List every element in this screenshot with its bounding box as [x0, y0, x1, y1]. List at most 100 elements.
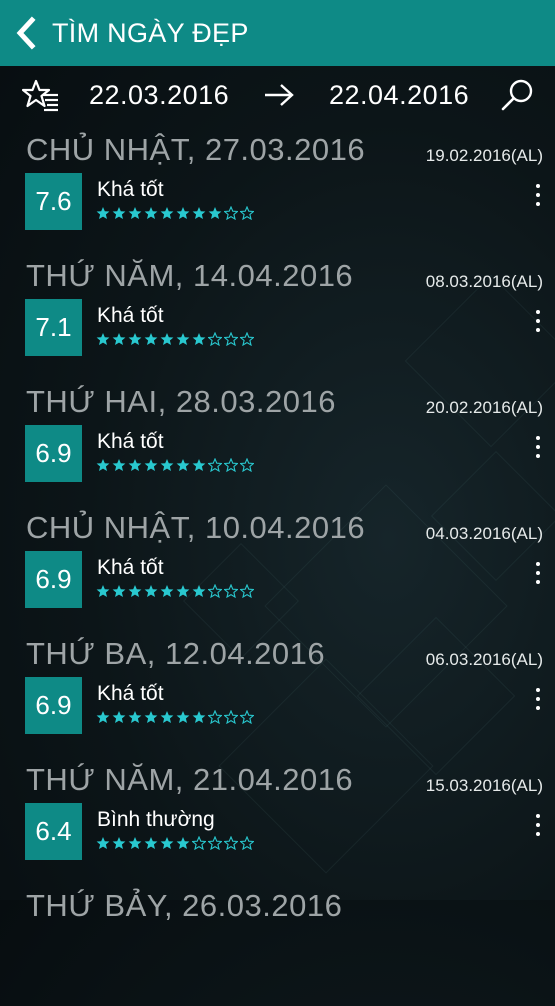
star-filled-icon	[160, 836, 174, 854]
star-filled-icon	[176, 206, 190, 224]
star-rating	[96, 583, 255, 602]
favorites-button[interactable]	[22, 66, 62, 124]
list-item[interactable]: THỨ NĂM, 21.04.2016 15.03.2016(AL) 6.4 B…	[0, 754, 555, 880]
star-empty-icon	[239, 331, 255, 350]
star-filled-icon	[96, 836, 110, 854]
star-filled-icon	[192, 206, 206, 224]
star-filled-icon	[96, 584, 110, 602]
score-badge: 7.6	[25, 173, 82, 230]
star-empty-icon	[191, 835, 207, 854]
lunar-date: 06.03.2016(AL)	[425, 650, 543, 669]
star-filled-icon	[112, 836, 126, 854]
star-filled-icon	[192, 332, 206, 350]
chevron-left-icon	[16, 16, 36, 50]
star-empty-icon	[239, 835, 255, 854]
day-title: CHỦ NHẬT, 27.03.2016	[26, 132, 366, 167]
star-filled-icon	[192, 458, 206, 476]
star-rating	[96, 457, 255, 476]
rating-label: Khá tốt	[97, 178, 164, 201]
star-filled-icon	[144, 332, 158, 350]
star-rating	[96, 331, 255, 350]
star-empty-icon	[239, 457, 255, 476]
star-filled-icon	[176, 458, 190, 476]
day-title: THỨ HAI, 28.03.2016	[26, 384, 336, 419]
star-filled-icon	[112, 710, 126, 728]
day-title: THỨ BẢY, 26.03.2016	[26, 888, 343, 923]
star-empty-icon	[239, 709, 255, 728]
star-empty-icon	[207, 457, 223, 476]
list-item[interactable]: CHỦ NHẬT, 10.04.2016 04.03.2016(AL) 6.9 …	[0, 502, 555, 628]
star-filled-icon	[192, 584, 206, 602]
star-filled-icon	[144, 206, 158, 224]
more-options-button[interactable]	[531, 310, 545, 340]
star-empty-icon	[223, 331, 239, 350]
star-filled-icon	[112, 584, 126, 602]
day-title: CHỦ NHẬT, 10.04.2016	[26, 510, 366, 545]
star-filled-icon	[112, 458, 126, 476]
star-empty-icon	[207, 709, 223, 728]
day-title: THỨ NĂM, 14.04.2016	[26, 258, 354, 293]
star-rating	[96, 835, 255, 854]
star-filled-icon	[144, 836, 158, 854]
rating-label: Khá tốt	[97, 430, 164, 453]
more-options-button[interactable]	[531, 184, 545, 214]
star-filled-icon	[160, 458, 174, 476]
star-empty-icon	[207, 583, 223, 602]
score-badge: 6.9	[25, 677, 82, 734]
star-filled-icon	[96, 458, 110, 476]
rating-label: Khá tốt	[97, 304, 164, 327]
star-empty-icon	[207, 835, 223, 854]
lunar-date: 04.03.2016(AL)	[425, 524, 543, 543]
search-button[interactable]	[500, 66, 540, 124]
more-options-button[interactable]	[531, 688, 545, 718]
search-icon	[501, 79, 533, 111]
list-item[interactable]: THỨ HAI, 28.03.2016 20.02.2016(AL) 6.9 K…	[0, 376, 555, 502]
star-filled-icon	[128, 206, 142, 224]
rating-label: Bình thường	[97, 808, 215, 831]
star-filled-icon	[192, 710, 206, 728]
list-item[interactable]: CHỦ NHẬT, 27.03.2016 19.02.2016(AL) 7.6 …	[0, 124, 555, 250]
from-date-field[interactable]: 22.03.2016	[89, 66, 229, 124]
score-badge: 6.4	[25, 803, 82, 860]
star-empty-icon	[223, 583, 239, 602]
score-badge: 6.9	[25, 425, 82, 482]
star-filled-icon	[160, 206, 174, 224]
star-empty-icon	[239, 205, 255, 224]
star-rating	[96, 205, 255, 224]
rating-label: Khá tốt	[97, 682, 164, 705]
list-item[interactable]: THỨ BẢY, 26.03.2016	[0, 880, 555, 1006]
star-empty-icon	[239, 583, 255, 602]
day-list: CHỦ NHẬT, 27.03.2016 19.02.2016(AL) 7.6 …	[0, 124, 555, 1006]
star-filled-icon	[160, 332, 174, 350]
star-filled-icon	[176, 584, 190, 602]
to-date-text: 22.04.2016	[329, 79, 470, 110]
score-badge: 7.1	[25, 299, 82, 356]
star-filled-icon	[128, 836, 142, 854]
star-filled-icon	[128, 332, 142, 350]
to-date-field[interactable]: 22.04.2016	[329, 66, 469, 124]
day-title: THỨ BA, 12.04.2016	[26, 636, 326, 671]
star-empty-icon	[223, 835, 239, 854]
star-filled-icon	[96, 332, 110, 350]
more-options-button[interactable]	[531, 436, 545, 466]
date-range-toolbar: 22.03.2016 22.04.2016	[0, 66, 555, 124]
star-rating	[96, 709, 255, 728]
rating-label: Khá tốt	[97, 556, 164, 579]
star-filled-icon	[176, 332, 190, 350]
star-empty-icon	[223, 709, 239, 728]
page-title: TÌM NGÀY ĐẸP	[52, 17, 249, 48]
more-options-button[interactable]	[531, 814, 545, 844]
list-item[interactable]: THỨ NĂM, 14.04.2016 08.03.2016(AL) 7.1 K…	[0, 250, 555, 376]
star-filled-icon	[176, 710, 190, 728]
more-options-button[interactable]	[531, 562, 545, 592]
star-filled-icon	[112, 332, 126, 350]
back-button[interactable]	[0, 0, 52, 66]
star-filled-icon	[128, 458, 142, 476]
star-empty-icon	[223, 205, 239, 224]
list-item[interactable]: THỨ BA, 12.04.2016 06.03.2016(AL) 6.9 Kh…	[0, 628, 555, 754]
day-title: THỨ NĂM, 21.04.2016	[26, 762, 354, 797]
star-filled-icon	[208, 206, 222, 224]
arrow-right-icon	[263, 66, 295, 124]
star-filled-icon	[144, 710, 158, 728]
lunar-date: 20.02.2016(AL)	[425, 398, 543, 417]
